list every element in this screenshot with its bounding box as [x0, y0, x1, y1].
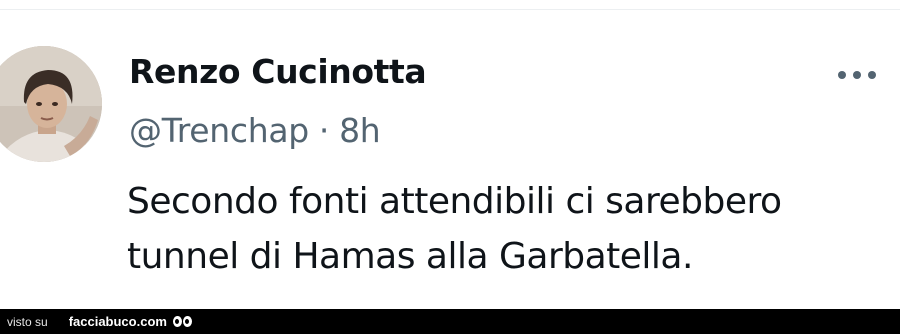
tweet-text: Secondo fonti attendibili ci sarebbero t… [127, 174, 887, 284]
footer-visto-label: visto su [7, 314, 48, 329]
display-name[interactable]: Renzo Cucinotta [129, 52, 427, 91]
footer-bar: visto su facciabuco.com [0, 309, 900, 334]
more-horizontal-icon[interactable] [838, 70, 882, 80]
footer-site-link[interactable]: facciabuco.com [69, 314, 167, 329]
tweet-text-line: Secondo fonti attendibili ci sarebbero [127, 181, 782, 222]
more-dot [838, 71, 846, 79]
avatar-photo [0, 46, 102, 162]
handle[interactable]: @Trenchap [129, 111, 309, 150]
meta-separator: · [318, 111, 330, 150]
more-dot [868, 71, 876, 79]
eyes-logo-icon [172, 316, 192, 327]
eye-icon [182, 316, 192, 327]
avatar[interactable] [0, 46, 102, 162]
top-divider [0, 9, 900, 10]
more-dot [853, 71, 861, 79]
tweet-meta: @Trenchap · 8h [129, 111, 381, 150]
tweet-text-line: tunnel di Hamas alla Garbatella. [127, 236, 693, 277]
eye-icon [172, 316, 182, 327]
timestamp[interactable]: 8h [339, 111, 381, 150]
